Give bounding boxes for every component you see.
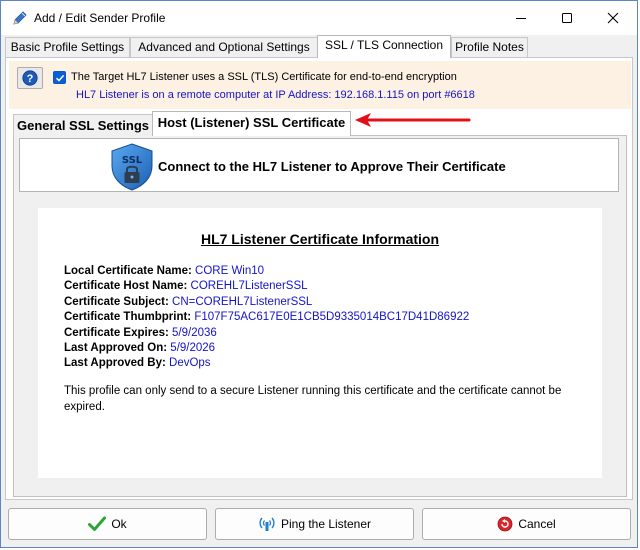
close-button[interactable] [590,1,636,35]
connect-approve-certificate-button[interactable]: SSL Connect to the HL7 Listener to Appro… [19,138,619,192]
ok-button[interactable]: Ok [8,508,207,540]
svg-text:?: ? [27,73,34,85]
certificate-info-box: HL7 Listener Certificate Information Loc… [38,208,602,478]
minimize-button[interactable] [498,1,544,35]
cancel-icon [497,516,513,532]
question-mark-icon: ? [22,70,38,86]
ping-listener-button[interactable]: Ping the Listener [215,508,414,540]
svg-text:SSL: SSL [122,155,143,166]
ssl-shield-lock-icon: SSL [111,143,153,191]
subtab-host-listener-ssl-certificate[interactable]: Host (Listener) SSL Certificate [152,111,351,136]
use-ssl-label[interactable]: The Target HL7 Listener uses a SSL (TLS)… [71,71,457,83]
cancel-button-label: Cancel [518,517,556,531]
green-check-icon [88,516,107,532]
subtab-general-ssl-settings[interactable]: General SSL Settings [13,114,153,136]
certificate-info-row: Certificate Expires: 5/9/2036 [64,326,217,339]
certificate-info-row: Certificate Thumbprint: F107F75AC617E0E1… [64,311,470,324]
certificate-info-row: Certificate Host Name: COREHL7ListenerSS… [64,280,308,293]
checkmark-icon [55,74,64,82]
certificate-note: This profile can only send to a secure L… [64,385,562,413]
tab-advanced-optional-settings[interactable]: Advanced and Optional Settings [130,37,318,57]
tab-ssl-tls-connection[interactable]: SSL / TLS Connection [317,35,451,58]
maximize-icon [562,13,572,23]
sender-profile-window: Add / Edit Sender Profile Basic Profile … [0,0,638,548]
help-button[interactable]: ? [17,67,43,89]
red-arrow-annotation [355,113,471,127]
minimize-icon [516,18,526,19]
tab-profile-notes[interactable]: Profile Notes [451,37,528,57]
certificate-info-row: Last Approved On: 5/9/2026 [64,342,216,355]
cancel-button[interactable]: Cancel [422,508,631,540]
ping-signal-icon [258,515,276,533]
certificate-info-list: Local Certificate Name: CORE Win10 Certi… [64,264,469,372]
ping-listener-label: Ping the Listener [280,517,372,531]
window-title: Add / Edit Sender Profile [34,11,166,25]
ok-button-label: Ok [111,517,127,531]
certificate-info-title: HL7 Listener Certificate Information [200,231,440,247]
title-bar[interactable]: Add / Edit Sender Profile [1,1,637,35]
certificate-info-row: Local Certificate Name: CORE Win10 [64,265,265,277]
remote-listener-info: HL7 Listener is on a remote computer at … [76,89,475,101]
use-ssl-checkbox[interactable] [53,71,66,84]
certificate-info-row: Certificate Subject: CN=COREHL7ListenerS… [64,295,313,308]
ssl-options-header [9,61,631,109]
certificate-info-row: Last Approved By: DevOps [64,357,211,370]
tab-basic-profile-settings[interactable]: Basic Profile Settings [5,37,130,57]
maximize-button[interactable] [544,1,590,35]
close-icon [607,12,619,24]
edit-pencil-icon [11,9,29,27]
connect-approve-label: Connect to the HL7 Listener to Approve T… [158,159,506,174]
